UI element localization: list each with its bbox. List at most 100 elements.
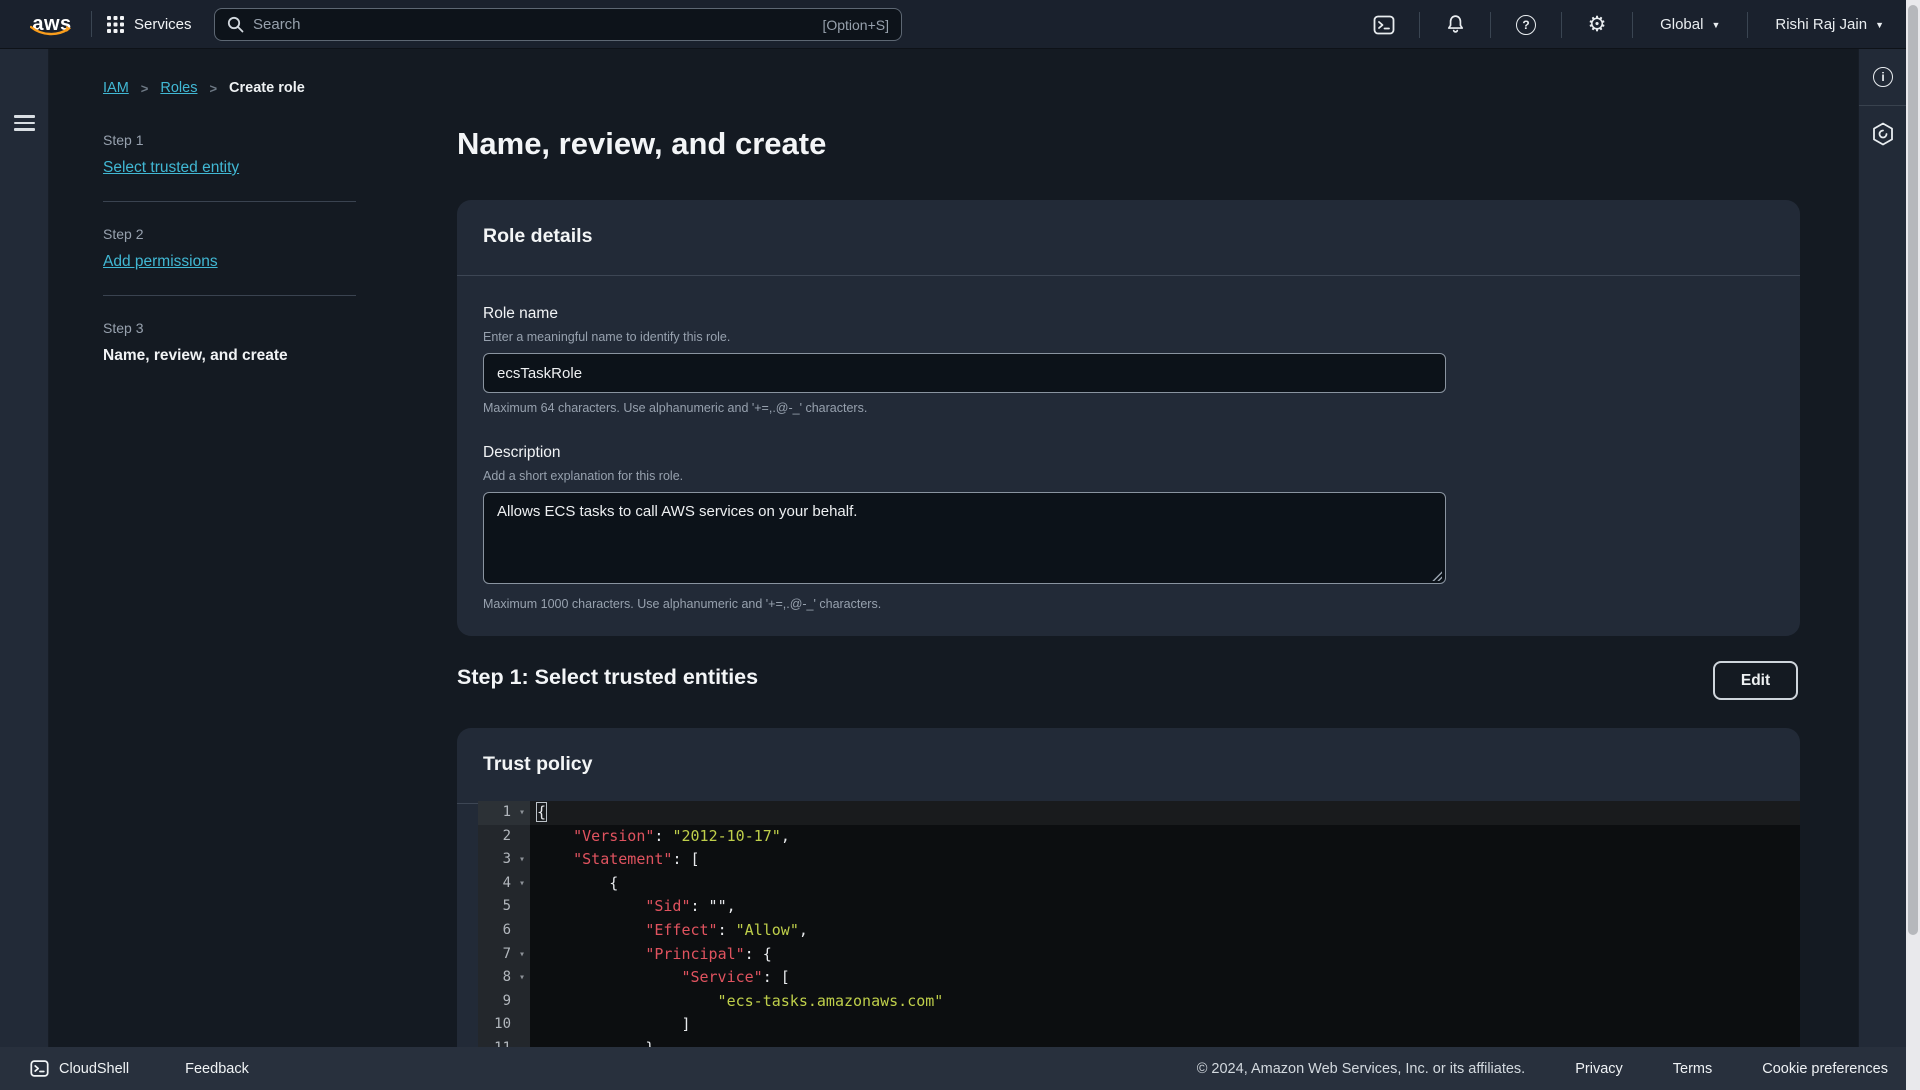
code-line[interactable]: 1 ▾{ — [478, 801, 1800, 825]
code-line[interactable]: 9 "ecs-tasks.amazonaws.com" — [478, 989, 1800, 1014]
nav-divider — [1632, 11, 1634, 38]
account-menu[interactable]: Rishi Raj Jain ▼ — [1763, 0, 1896, 49]
code-line[interactable]: 5 "Sid": "", — [478, 895, 1800, 919]
line-number: 9 — [478, 989, 514, 1014]
services-grid-icon — [107, 15, 124, 33]
trust-policy-editor[interactable]: 1 ▾{2 "Version": "2012-10-17", 3 ▾ "Statement… — [478, 801, 1800, 1047]
amazon-q-icon — [1873, 122, 1893, 146]
step-divider — [103, 201, 356, 202]
wizard-steps-sidebar: Step 1 Select trusted entity Step 2 Add … — [103, 132, 356, 365]
amazon-q-button[interactable] — [1859, 106, 1907, 162]
left-nav-strip — [0, 49, 49, 1047]
role-name-constraint: Maximum 64 characters. Use alphanumeric … — [483, 401, 868, 415]
aws-logo[interactable]: aws — [28, 8, 76, 40]
info-icon: i — [1873, 67, 1893, 87]
code-text: "ecs-tasks.amazonaws.com" — [717, 991, 944, 1010]
step-current-label: Name, review, and create — [103, 347, 288, 364]
privacy-link[interactable]: Privacy — [1575, 1061, 1623, 1077]
cloudshell-terminal-button[interactable] — [1364, 0, 1404, 49]
fold-arrow-icon[interactable]: ▾ — [514, 801, 530, 825]
services-menu-button[interactable]: Services — [107, 15, 192, 33]
fold-gutter — [514, 895, 530, 919]
edit-button[interactable]: Edit — [1713, 661, 1798, 700]
cloudshell-button[interactable]: CloudShell — [30, 1059, 129, 1078]
breadcrumb-current: Create role — [229, 80, 305, 96]
wizard-step-2: Step 2 Add permissions — [103, 226, 356, 271]
right-tools-panel: i — [1858, 49, 1906, 1047]
fold-arrow-icon[interactable]: ▾ — [514, 871, 530, 896]
info-panel-button[interactable]: i — [1859, 49, 1907, 105]
terms-link[interactable]: Terms — [1673, 1061, 1712, 1077]
description-hint: Add a short explanation for this role. — [483, 469, 684, 483]
page-scrollbar[interactable] — [1906, 0, 1920, 1090]
code-line[interactable]: 10] — [478, 1013, 1800, 1037]
region-selector[interactable]: Global ▼ — [1648, 0, 1732, 49]
step-number: Step 1 — [103, 132, 144, 148]
code-line[interactable]: 7 ▾ "Principal": { — [478, 942, 1800, 967]
cloudshell-icon — [30, 1060, 49, 1077]
chevron-down-icon: ▼ — [1875, 19, 1884, 30]
search-bar[interactable]: [Option+S] — [214, 8, 902, 41]
cookie-preferences-link[interactable]: Cookie preferences — [1762, 1061, 1888, 1077]
fold-gutter — [514, 1013, 530, 1037]
code-line[interactable]: 8 ▾ "Service": [ — [478, 966, 1800, 990]
chevron-right-icon: > — [209, 80, 218, 96]
nav-divider — [1490, 11, 1492, 38]
fold-arrow-icon[interactable]: ▾ — [514, 966, 530, 990]
help-icon: ? — [1516, 14, 1537, 35]
chevron-down-icon: ▼ — [1711, 19, 1721, 30]
scrollbar-thumb[interactable] — [1908, 5, 1918, 935]
description-textarea[interactable]: Allows ECS tasks to call AWS services on… — [483, 492, 1446, 584]
trust-policy-card: Trust policy 1 ▾{2 "Version": "2012-10-17"… — [457, 728, 1800, 1047]
step-divider — [103, 295, 356, 296]
services-label: Services — [134, 15, 192, 33]
role-name-input[interactable] — [483, 353, 1446, 393]
nav-divider — [91, 11, 92, 37]
line-number: 8 — [478, 966, 514, 990]
nav-divider — [1747, 11, 1749, 38]
cloudshell-label: CloudShell — [59, 1060, 130, 1077]
help-button[interactable]: ? — [1506, 0, 1546, 49]
code-line[interactable]: 6 "Effect": "Allow", — [478, 918, 1800, 943]
role-name-hint: Enter a meaningful name to identify this… — [483, 330, 731, 344]
console-footer: CloudShell Feedback © 2024, Amazon Web S… — [0, 1047, 1906, 1090]
line-number: 7 — [478, 942, 514, 967]
code-line[interactable]: 4 ▾ { — [478, 871, 1800, 896]
fold-arrow-icon[interactable]: ▾ — [514, 848, 530, 872]
fold-gutter — [514, 918, 530, 943]
copyright-text: © 2024, Amazon Web Services, Inc. or its… — [1196, 1060, 1526, 1077]
code-text: { — [609, 873, 619, 892]
code-text: "Effect": "Allow", — [645, 920, 808, 939]
step-link-add-permissions[interactable]: Add permissions — [103, 253, 218, 271]
code-text: ] — [681, 1015, 691, 1034]
breadcrumb-iam[interactable]: IAM — [103, 80, 129, 96]
breadcrumb-roles[interactable]: Roles — [160, 80, 197, 96]
role-name-label: Role name — [483, 305, 558, 322]
notifications-button[interactable] — [1435, 0, 1475, 49]
line-number: 1 — [478, 801, 514, 825]
line-number: 10 — [478, 1013, 514, 1037]
code-line[interactable]: 11} — [478, 1036, 1800, 1047]
code-text: { — [535, 802, 548, 822]
trusted-entities-heading: Step 1: Select trusted entities — [457, 665, 759, 689]
search-input[interactable] — [253, 16, 814, 33]
trust-policy-title: Trust policy — [483, 753, 593, 775]
menu-icon[interactable] — [14, 115, 35, 131]
line-number: 6 — [478, 918, 514, 943]
fold-arrow-icon[interactable]: ▾ — [514, 942, 530, 967]
wizard-step-3-current: Step 3 Name, review, and create — [103, 320, 356, 365]
settings-button[interactable]: ⚙ — [1577, 0, 1617, 49]
code-text: "Version": "2012-10-17", — [573, 826, 790, 845]
code-line[interactable]: 3 ▾ "Statement": [ — [478, 848, 1800, 872]
step-number: Step 3 — [103, 320, 144, 336]
account-name: Rishi Raj Jain — [1775, 16, 1868, 33]
search-icon — [227, 16, 244, 33]
gear-icon: ⚙ — [1587, 13, 1607, 36]
line-number: 11 — [478, 1036, 514, 1047]
step-link-select-trusted-entity[interactable]: Select trusted entity — [103, 159, 239, 177]
code-line[interactable]: 2 "Version": "2012-10-17", — [478, 824, 1800, 849]
fold-gutter — [514, 824, 530, 849]
region-label: Global — [1660, 16, 1704, 33]
feedback-button[interactable]: Feedback — [185, 1061, 249, 1077]
line-number: 3 — [478, 848, 514, 872]
